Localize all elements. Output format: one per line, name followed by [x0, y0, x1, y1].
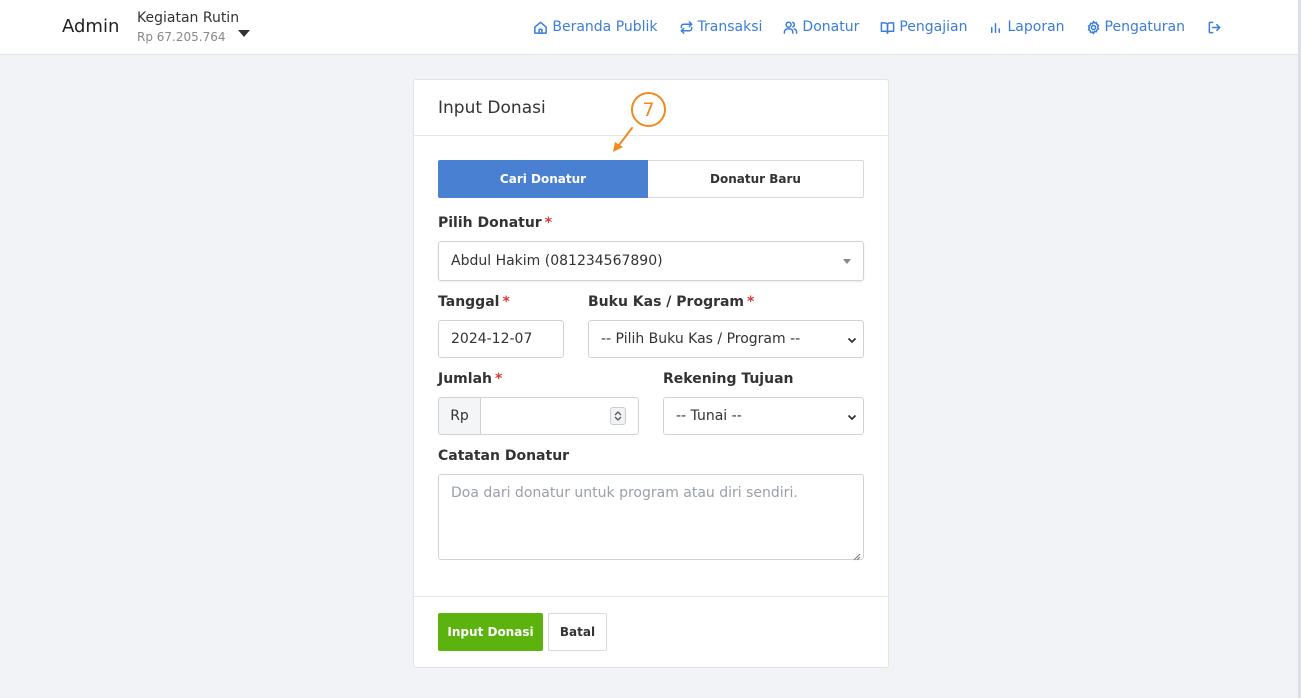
donor-select[interactable]: Abdul Hakim (081234567890) [438, 241, 864, 281]
bar-chart-icon [991, 22, 1001, 33]
nav-item-transaksi[interactable]: Transaksi [679, 18, 763, 36]
nav-item-pengaturan[interactable]: Pengaturan [1086, 18, 1185, 36]
notes-textarea[interactable]: Doa dari donatur untuk program atau diri… [438, 474, 864, 561]
org-switcher[interactable]: Kegiatan Rutin Rp 67.205.764 [137, 10, 257, 46]
notes-label: Catatan Donatur [438, 448, 569, 464]
chevron-down-icon [847, 410, 857, 421]
card-footer: Input Donasi Batal [414, 596, 888, 668]
amount-label-text: Jumlah [438, 371, 492, 387]
nav-item-label: Pengaturan [1104, 19, 1185, 35]
date-label: Tanggal * [438, 294, 510, 310]
donor-mode-toggle: Cari Donatur Donatur Baru [438, 160, 864, 198]
nav-item-donatur[interactable]: Donatur [783, 18, 859, 36]
top-navbar: Admin Kegiatan Rutin Rp 67.205.764 Beran… [0, 0, 1298, 55]
date-label-text: Tanggal [438, 294, 500, 310]
input-donasi-card: Input Donasi Cari Donatur Donatur Baru P… [413, 79, 889, 668]
card-body: Cari Donatur Donatur Baru Pilih Donatur *… [438, 160, 864, 561]
required-mark: * [747, 294, 755, 310]
tab-donatur-baru[interactable]: Donatur Baru [648, 160, 864, 198]
book-open-icon [881, 21, 895, 34]
chevron-down-icon [847, 333, 857, 344]
required-mark: * [494, 371, 503, 387]
nav-item-label: Transaksi [697, 19, 763, 35]
org-name: Kegiatan Rutin [137, 10, 240, 26]
amount-label: Jumlah * [438, 371, 502, 387]
date-input[interactable]: 2024-12-07 [438, 320, 564, 358]
step-marker: 7 [631, 92, 666, 127]
required-mark: * [544, 215, 553, 231]
program-label: Buku Kas / Program * [588, 294, 754, 310]
caret-down-icon[interactable] [238, 30, 250, 37]
program-select-value: -- Pilih Buku Kas / Program -- [601, 331, 801, 347]
donor-select-value: Abdul Hakim (081234567890) [451, 253, 663, 269]
notes-label-text: Catatan Donatur [438, 448, 570, 464]
program-label-text: Buku Kas / Program [588, 294, 745, 310]
repeat-icon [680, 20, 692, 34]
submit-donation-button[interactable]: Input Donasi [438, 613, 543, 651]
tab-cari-donatur[interactable]: Cari Donatur [438, 160, 648, 198]
donor-label: Pilih Donatur * [438, 215, 552, 231]
account-select[interactable]: -- Tunai -- [663, 397, 864, 435]
notes-placeholder: Doa dari donatur untuk program atau diri… [451, 485, 798, 501]
currency-addon: Rp [438, 397, 481, 435]
nav-item-label: Donatur [802, 19, 860, 35]
home-icon [534, 21, 548, 34]
gear-icon [1087, 20, 1099, 34]
amount-input[interactable] [480, 397, 639, 435]
nav-item-label: Pengajian [899, 19, 968, 35]
program-select[interactable]: -- Pilih Buku Kas / Program -- [588, 320, 864, 358]
account-select-value: -- Tunai -- [676, 408, 742, 424]
step-arrow-icon [613, 127, 633, 152]
spin-down-icon[interactable] [614, 416, 622, 421]
logout-icon [1208, 21, 1221, 33]
logout-button[interactable] [1207, 18, 1222, 36]
nav-item-label: Beranda Publik [552, 19, 658, 35]
account-label: Rekening Tujuan [663, 371, 794, 387]
nav-item-laporan[interactable]: Laporan [988, 18, 1065, 36]
donor-label-text: Pilih Donatur [438, 215, 542, 231]
resize-handle-icon[interactable] [853, 549, 861, 561]
number-spinner[interactable] [610, 407, 626, 425]
dropdown-arrow-icon [843, 259, 851, 264]
main-nav: Beranda Publik Transaksi Donatur Pengaji… [512, 18, 1222, 36]
nav-item-beranda-publik[interactable]: Beranda Publik [533, 18, 658, 36]
nav-item-label: Laporan [1007, 19, 1065, 35]
date-input-value: 2024-12-07 [451, 331, 533, 347]
account-label-text: Rekening Tujuan [663, 371, 794, 387]
required-mark: * [502, 294, 510, 310]
brand-title[interactable]: Admin [62, 16, 119, 37]
nav-item-pengajian[interactable]: Pengajian [880, 18, 967, 36]
cancel-button[interactable]: Batal [548, 613, 607, 651]
users-icon [784, 21, 798, 34]
